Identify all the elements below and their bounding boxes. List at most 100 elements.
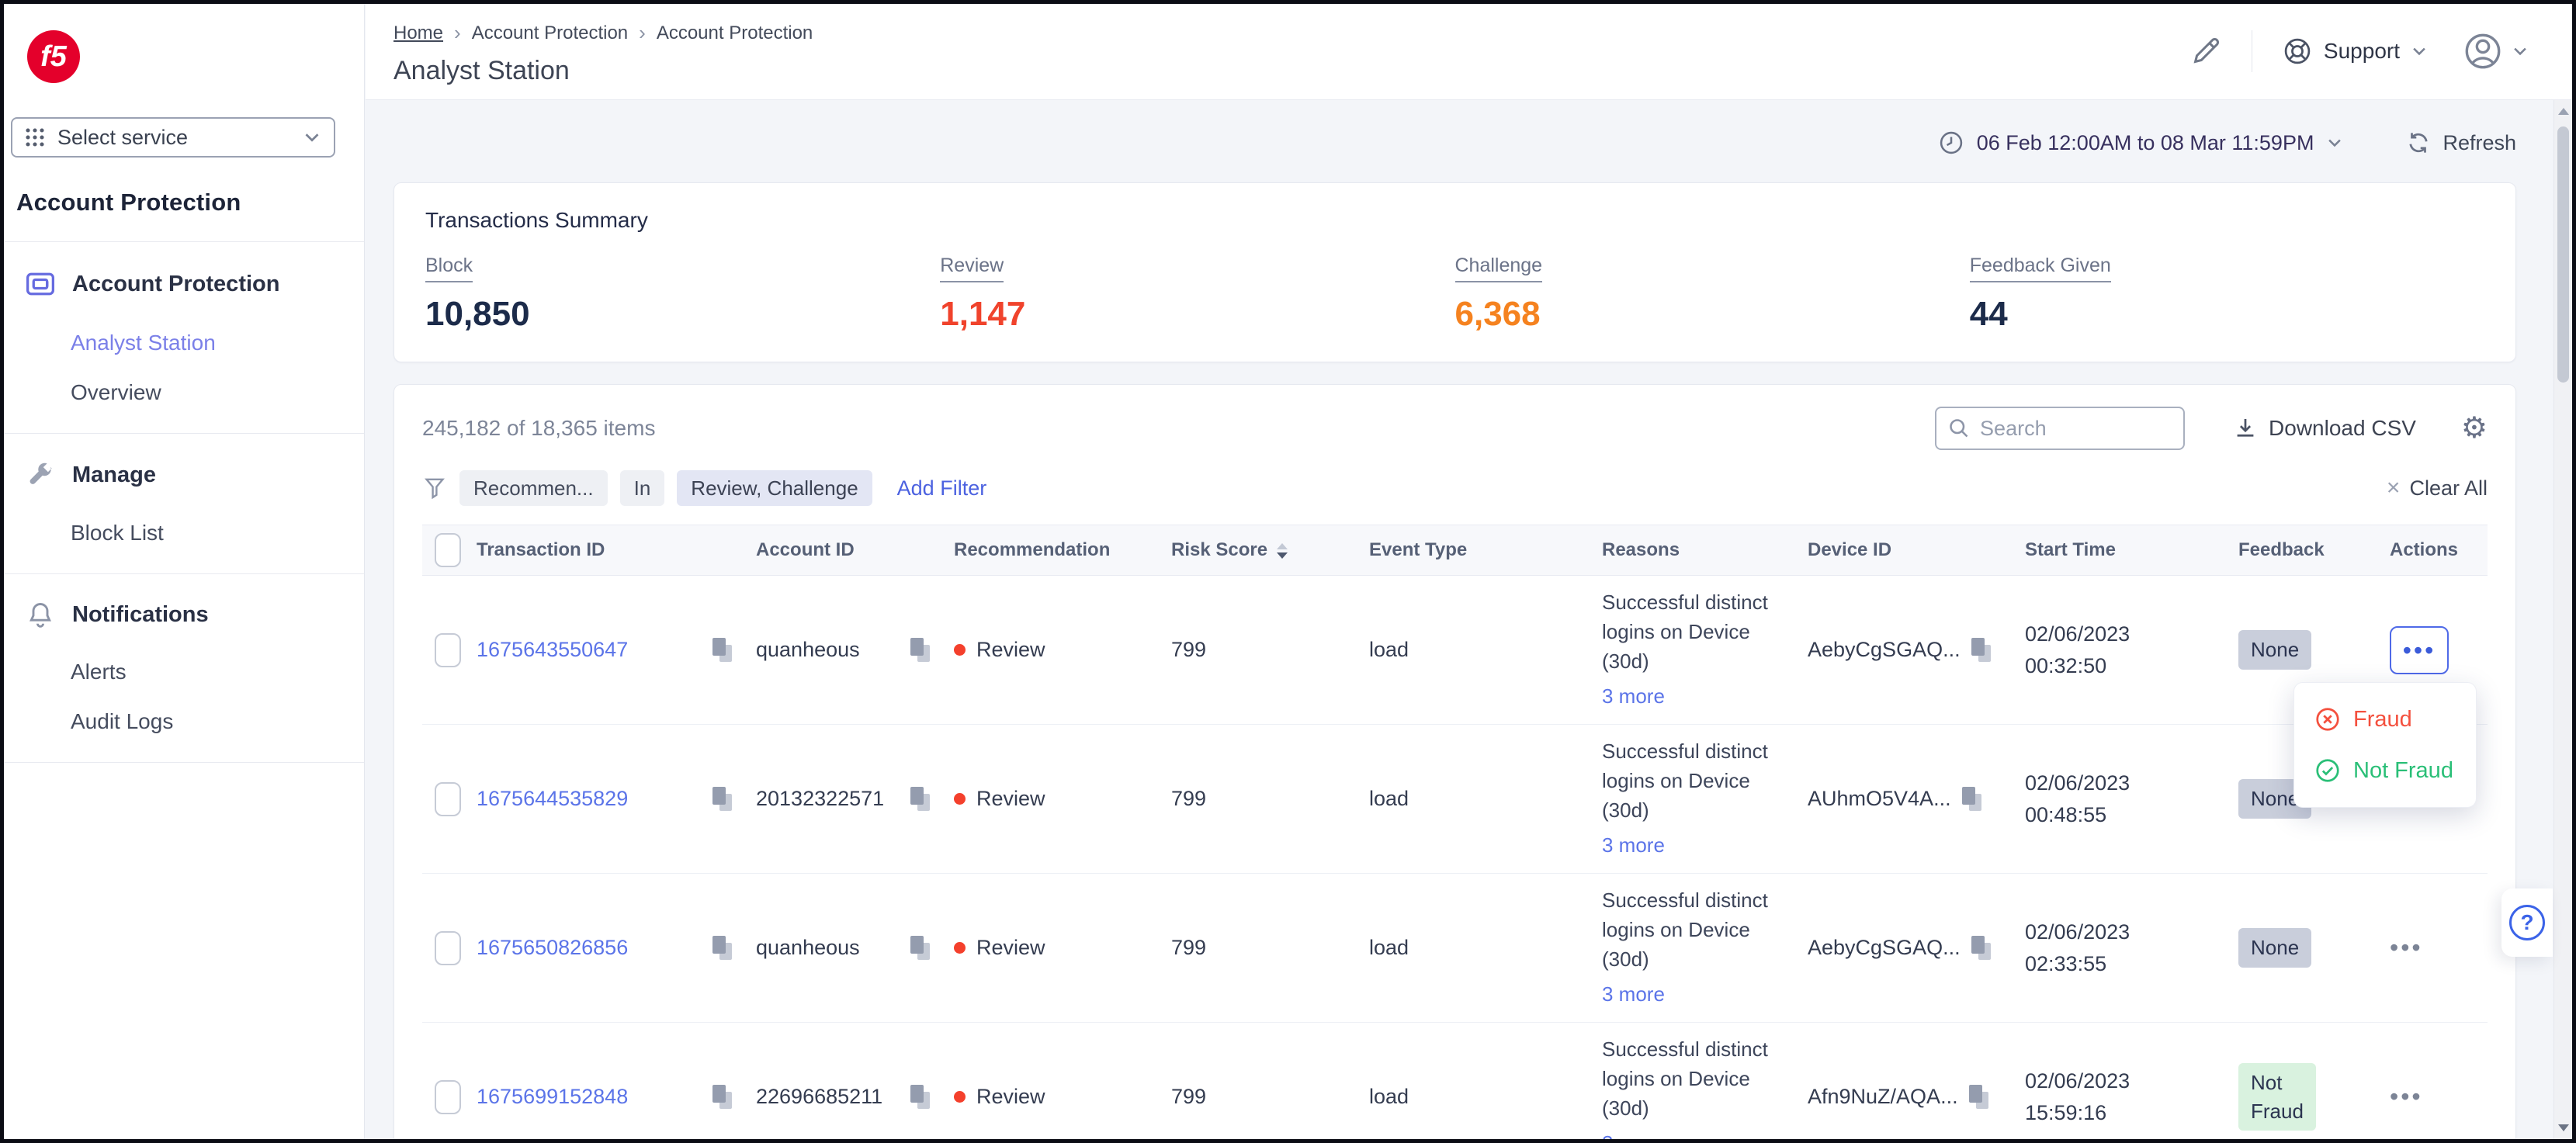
download-icon [2233, 416, 2258, 441]
row-actions-button[interactable]: ••• [2390, 626, 2449, 674]
review-dot-icon [954, 1091, 966, 1103]
sidebar-item-audit-logs[interactable]: Audit Logs [4, 709, 364, 734]
sidebar-item-account-protection[interactable]: Account Protection [4, 268, 364, 300]
main-header: Home › Account Protection › Account Prot… [366, 4, 2572, 100]
risk-score: 799 [1171, 638, 1369, 662]
filter-value-chip[interactable]: Review, Challenge [677, 470, 872, 506]
user-menu[interactable] [2462, 30, 2529, 72]
row-checkbox[interactable] [435, 931, 461, 965]
summary-title: Transactions Summary [425, 208, 2484, 233]
table-row: 1675643550647 quanheous Review 799 load … [422, 576, 2488, 725]
row-actions-button[interactable]: ••• [2390, 935, 2423, 960]
f5-logo: f5 [27, 30, 80, 83]
row-checkbox[interactable] [435, 633, 461, 667]
more-reasons-link[interactable]: 3 more [1602, 682, 1792, 712]
support-menu[interactable]: Support [2282, 36, 2428, 67]
breadcrumb-level2: Account Protection [657, 23, 813, 44]
col-reasons: Reasons [1602, 539, 1808, 561]
reasons-cell: Successful distinct logins on Device (30… [1602, 1035, 1808, 1139]
col-event-type[interactable]: Event Type [1369, 539, 1602, 561]
sidebar-item-overview[interactable]: Overview [4, 380, 364, 405]
breadcrumb-level1[interactable]: Account Protection [472, 23, 628, 44]
refresh-button[interactable]: Refresh [2405, 130, 2516, 156]
add-filter-button[interactable]: Add Filter [897, 476, 987, 500]
menu-item-not-fraud[interactable]: Not Fraud [2294, 745, 2476, 796]
copy-icon[interactable] [1962, 787, 1982, 812]
feedback-action-menu: Fraud Not Fraud [2293, 682, 2477, 808]
clear-all-button[interactable]: × Clear All [2387, 475, 2488, 501]
scrollbar-thumb[interactable] [2557, 126, 2569, 383]
nav-group-label: Account Protection [72, 272, 279, 297]
copy-icon[interactable] [1969, 1085, 1989, 1110]
sidebar: f5 Select service Account Protection [4, 4, 365, 1139]
sidebar-item-block-list[interactable]: Block List [4, 521, 364, 546]
transaction-id-link[interactable]: 1675650826856 [477, 936, 628, 960]
metric-feedback-given-label[interactable]: Feedback Given [1970, 255, 2111, 282]
col-start-time[interactable]: Start Time [2025, 539, 2238, 561]
more-reasons-link[interactable]: 3 more [1602, 1129, 1792, 1139]
service-selector[interactable]: Select service [11, 117, 335, 158]
metric-block-label[interactable]: Block [425, 255, 473, 282]
table-row: 1675650826856 quanheous Review 799 load … [422, 874, 2488, 1023]
download-csv-button[interactable]: Download CSV [2233, 416, 2416, 441]
filter-operator-chip[interactable]: In [620, 470, 665, 506]
gear-icon[interactable]: ⚙ [2461, 414, 2488, 443]
sidebar-item-analyst-station[interactable]: Analyst Station [4, 331, 364, 355]
search-input[interactable] [1935, 407, 2185, 450]
breadcrumb-separator: › [639, 21, 646, 45]
col-recommendation[interactable]: Recommendation [954, 539, 1171, 561]
col-account-id[interactable]: Account ID [756, 539, 954, 561]
sidebar-item-alerts[interactable]: Alerts [4, 660, 364, 684]
row-checkbox[interactable] [435, 782, 461, 816]
row-actions-button[interactable]: ••• [2390, 1084, 2423, 1109]
filter-group: Recommen... In Review, Challenge Add Fil… [422, 470, 986, 506]
col-transaction-id[interactable]: Transaction ID [477, 539, 756, 561]
col-feedback[interactable]: Feedback [2238, 539, 2390, 561]
copy-icon[interactable] [910, 936, 931, 961]
sidebar-item-manage[interactable]: Manage [4, 460, 364, 490]
copy-icon[interactable] [712, 638, 733, 663]
start-time: 02/06/202302:33:55 [2025, 916, 2238, 979]
more-reasons-link[interactable]: 3 more [1602, 980, 1792, 1010]
event-type: load [1369, 1085, 1602, 1109]
copy-icon[interactable] [712, 936, 733, 961]
date-range-picker[interactable]: 06 Feb 12:00AM to 08 Mar 11:59PM [1938, 130, 2344, 156]
transaction-id-link[interactable]: 1675699152848 [477, 1085, 628, 1109]
product-title: Account Protection [16, 189, 364, 216]
copy-icon[interactable] [910, 787, 931, 812]
chevron-down-icon [2326, 134, 2343, 151]
pencil-icon[interactable] [2189, 35, 2222, 68]
vertical-scrollbar[interactable] [2553, 100, 2572, 1139]
row-checkbox[interactable] [435, 1080, 461, 1114]
sidebar-item-notifications[interactable]: Notifications [4, 601, 364, 629]
refresh-icon [2405, 130, 2432, 156]
scroll-down-arrow-icon[interactable] [2558, 1124, 2569, 1131]
copy-icon[interactable] [712, 1085, 733, 1110]
menu-item-fraud[interactable]: Fraud [2294, 694, 2476, 745]
filter-row: Recommen... In Review, Challenge Add Fil… [422, 470, 2488, 506]
metric-challenge-label[interactable]: Challenge [1455, 255, 1543, 282]
event-type: load [1369, 936, 1602, 960]
scroll-up-arrow-icon[interactable] [2558, 108, 2569, 115]
copy-icon[interactable] [910, 1085, 931, 1110]
table-row: 1675699152848 22696685211 Review 799 loa… [422, 1023, 2488, 1139]
metric-review-label[interactable]: Review [940, 255, 1004, 282]
col-risk-score[interactable]: Risk Score [1171, 539, 1369, 561]
transaction-id-link[interactable]: 1675644535829 [477, 787, 628, 811]
copy-icon[interactable] [712, 787, 733, 812]
col-device-id[interactable]: Device ID [1808, 539, 2025, 561]
copy-icon[interactable] [1971, 638, 1992, 663]
start-time: 02/06/202315:59:16 [2025, 1065, 2238, 1128]
transaction-id-link[interactable]: 1675643550647 [477, 638, 628, 662]
breadcrumb-home[interactable]: Home [394, 23, 443, 44]
filter-field-chip[interactable]: Recommen... [459, 470, 608, 506]
account-id: quanheous [756, 936, 860, 960]
metric-feedback-given-value: 44 [1970, 295, 2484, 334]
copy-icon[interactable] [1971, 936, 1992, 961]
more-reasons-link[interactable]: 3 more [1602, 831, 1792, 861]
select-all-checkbox[interactable] [435, 533, 461, 567]
copy-icon[interactable] [910, 638, 931, 663]
clear-x-icon: × [2387, 475, 2401, 501]
help-button[interactable]: ? [2501, 888, 2553, 957]
account-id: 22696685211 [756, 1085, 882, 1109]
